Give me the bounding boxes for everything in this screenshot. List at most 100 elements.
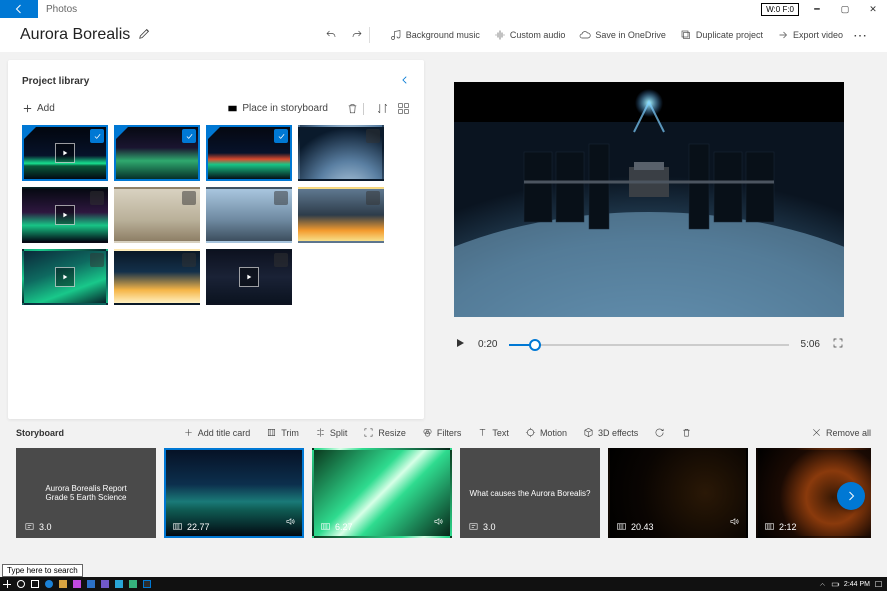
duplicate-project-button[interactable]: Duplicate project [680, 29, 763, 41]
add-media-button[interactable]: Add [22, 103, 55, 114]
storyboard-title-card[interactable]: What causes the Aurora Borealis?3.0 [460, 448, 600, 538]
storyboard-title-card[interactable]: Aurora Borealis Report Grade 5 Earth Sci… [16, 448, 156, 538]
delete-from-library-button[interactable] [346, 102, 359, 115]
select-checkbox[interactable] [90, 253, 104, 267]
back-button[interactable] [0, 0, 38, 18]
notification-icon [874, 580, 883, 589]
library-thumbnail[interactable] [206, 249, 292, 305]
library-thumbnail[interactable] [114, 249, 200, 305]
app-icon-2[interactable] [112, 577, 126, 591]
bg-music-button[interactable]: Background music [390, 29, 480, 41]
select-checkbox[interactable] [274, 191, 288, 205]
editor-header: Aurora Borealis Background music Custom … [0, 18, 887, 52]
cortana-icon[interactable] [14, 577, 28, 591]
clip-volume-icon[interactable] [285, 514, 296, 532]
custom-audio-button[interactable]: Custom audio [494, 29, 566, 41]
select-checkbox[interactable] [90, 191, 104, 205]
save-onedrive-button[interactable]: Save in OneDrive [579, 29, 666, 41]
library-thumbnail[interactable] [114, 125, 200, 181]
storyboard-title: Storyboard [16, 428, 64, 438]
filters-button[interactable]: Filters [422, 427, 462, 438]
clip-volume-icon[interactable] [729, 514, 740, 532]
export-label: Export video [793, 30, 843, 40]
task-view-icon[interactable] [28, 577, 42, 591]
export-video-button[interactable]: Export video [777, 29, 843, 41]
select-checkbox[interactable] [366, 191, 380, 205]
motion-button[interactable]: Motion [525, 427, 567, 438]
motion-label: Motion [540, 428, 567, 438]
library-thumbnail[interactable] [298, 125, 384, 181]
scroll-right-button[interactable] [837, 482, 865, 510]
select-checkbox[interactable] [90, 129, 104, 143]
photos-taskbar-icon[interactable] [140, 577, 154, 591]
clip-duration: 20.43 [616, 521, 654, 532]
text-button[interactable]: Text [477, 427, 509, 438]
mail-icon[interactable] [84, 577, 98, 591]
remove-all-label: Remove all [826, 428, 871, 438]
cloud-icon [579, 29, 591, 41]
clip-volume-icon[interactable] [433, 514, 444, 532]
3d-icon [583, 427, 594, 438]
select-checkbox[interactable] [182, 129, 196, 143]
search-input[interactable]: Type here to search [2, 564, 83, 577]
start-button[interactable] [0, 577, 14, 591]
sort-button[interactable] [376, 102, 389, 115]
transport-bar: 0:20 5:06 [454, 337, 844, 352]
duplicate-label: Duplicate project [696, 30, 763, 40]
app-icon-3[interactable] [126, 577, 140, 591]
3d-effects-button[interactable]: 3D effects [583, 427, 638, 438]
undo-button[interactable] [325, 29, 337, 41]
place-in-storyboard-button[interactable]: Place in storyboard [227, 103, 328, 114]
delete-icon [681, 427, 692, 438]
library-thumbnail[interactable] [206, 125, 292, 181]
audio-icon [494, 29, 506, 41]
close-button[interactable]: ✕ [859, 0, 887, 18]
resize-button[interactable]: Resize [363, 427, 406, 438]
library-thumbnail[interactable] [206, 187, 292, 243]
select-checkbox[interactable] [274, 129, 288, 143]
storyboard-clip[interactable]: 20.43 [608, 448, 748, 538]
library-thumbnail[interactable] [22, 187, 108, 243]
text-label: Text [492, 428, 509, 438]
rotate-icon [654, 427, 665, 438]
folder-icon[interactable] [56, 577, 70, 591]
select-checkbox[interactable] [366, 129, 380, 143]
system-tray[interactable]: 2:44 PM [818, 580, 887, 589]
title-bar: Photos W:0 F:0 ━ ▢ ✕ [0, 0, 887, 18]
library-thumbnail[interactable] [22, 125, 108, 181]
library-title: Project library [22, 76, 89, 87]
minimize-button[interactable]: ━ [803, 0, 831, 18]
fullscreen-button[interactable] [832, 337, 844, 352]
library-thumbnail[interactable] [22, 249, 108, 305]
rotate-button[interactable] [654, 427, 665, 438]
resize-icon [363, 427, 374, 438]
redo-button[interactable] [351, 29, 363, 41]
add-title-card-button[interactable]: Add title card [183, 427, 251, 438]
select-checkbox[interactable] [182, 253, 196, 267]
view-toggle-button[interactable] [397, 102, 410, 115]
split-button[interactable]: Split [315, 427, 348, 438]
library-thumbnail[interactable] [298, 187, 384, 243]
select-checkbox[interactable] [182, 191, 196, 205]
storyboard-clip[interactable]: 6.27 [312, 448, 452, 538]
clip-duration: 3.0 [24, 521, 52, 532]
trim-label: Trim [281, 428, 299, 438]
app-icon-1[interactable] [98, 577, 112, 591]
trim-button[interactable]: Trim [266, 427, 299, 438]
library-thumbnail[interactable] [114, 187, 200, 243]
title-card-text: Aurora Borealis Report Grade 5 Earth Sci… [45, 484, 126, 502]
edge-icon[interactable] [42, 577, 56, 591]
collapse-library-button[interactable] [400, 72, 410, 90]
delete-clip-button[interactable] [681, 427, 692, 438]
maximize-button[interactable]: ▢ [831, 0, 859, 18]
seek-slider[interactable] [509, 344, 788, 346]
more-menu-button[interactable]: ⋯ [853, 27, 867, 44]
select-checkbox[interactable] [274, 253, 288, 267]
video-preview[interactable] [454, 82, 844, 317]
store-icon[interactable] [70, 577, 84, 591]
remove-all-button[interactable]: Remove all [811, 427, 871, 438]
storyboard-icon [227, 103, 238, 114]
storyboard-clip[interactable]: 22.77 [164, 448, 304, 538]
play-button[interactable] [454, 337, 466, 352]
edit-title-button[interactable] [138, 26, 152, 45]
